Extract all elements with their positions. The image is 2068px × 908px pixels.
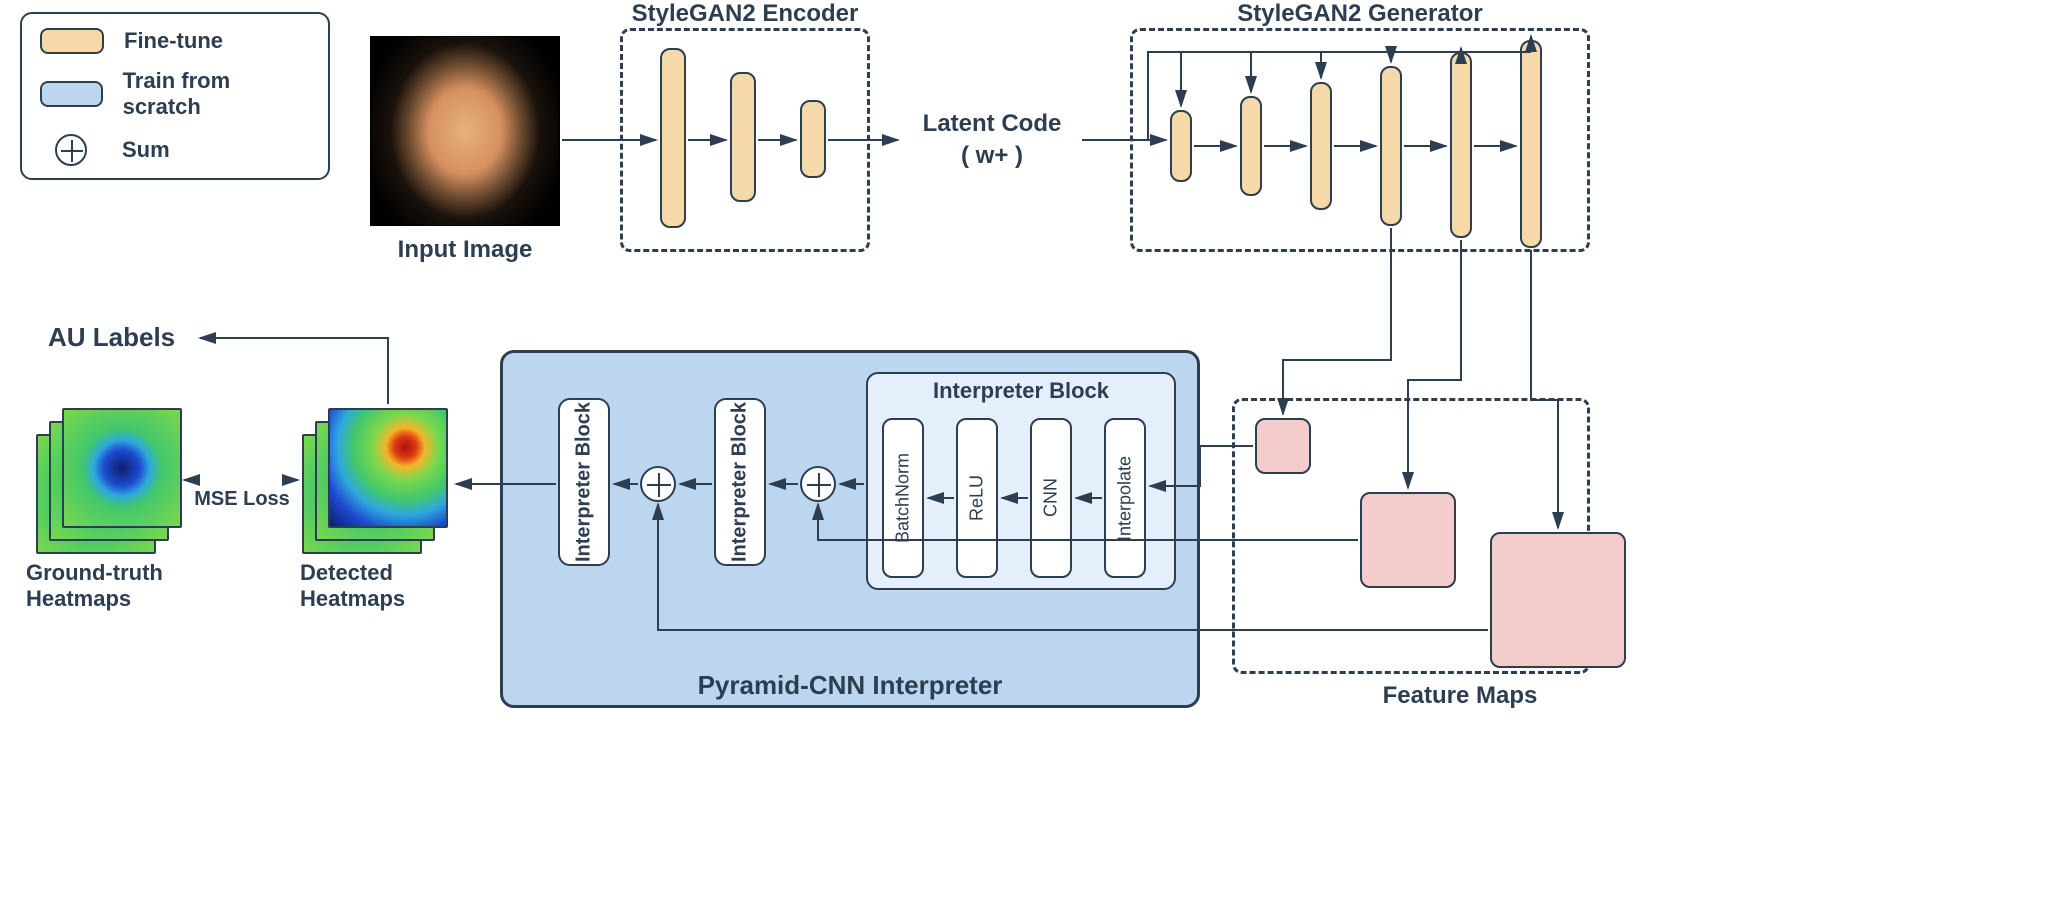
generator-bar-5 xyxy=(1450,52,1472,238)
swatch-finetune xyxy=(40,28,104,54)
layer-relu: ReLU xyxy=(956,418,998,578)
detected-heatmaps xyxy=(302,408,442,548)
legend-scratch-text: Train from scratch xyxy=(123,68,310,120)
latent-code-label: Latent Code ( w+ ) xyxy=(902,108,1082,173)
legend-row-finetune: Fine-tune xyxy=(40,28,310,54)
generator-bar-6 xyxy=(1520,40,1542,248)
legend-box: Fine-tune Train from scratch Sum xyxy=(20,12,330,180)
sum-circle-1 xyxy=(800,466,836,502)
generator-bar-2 xyxy=(1240,96,1262,196)
detected-caption: Detected Heatmaps xyxy=(300,560,480,612)
legend-row-scratch: Train from scratch xyxy=(40,68,310,120)
legend-finetune-text: Fine-tune xyxy=(124,28,223,54)
latent-line2: ( w+ ) xyxy=(961,142,1023,169)
feature-map-medium xyxy=(1360,492,1456,588)
feature-map-small xyxy=(1255,418,1311,474)
layer-cnn: CNN xyxy=(1030,418,1072,578)
generator-bar-3 xyxy=(1310,82,1332,210)
heatmap-tile xyxy=(328,408,448,528)
ground-truth-caption: Ground-truth Heatmaps xyxy=(26,560,206,612)
feature-map-title: Feature Maps xyxy=(1360,682,1560,710)
interpreter-block-detail-title: Interpreter Block xyxy=(866,378,1176,404)
ground-truth-heatmaps xyxy=(36,408,176,548)
input-image-placeholder xyxy=(370,36,560,226)
interpreter-block-3: Interpreter Block xyxy=(558,398,610,566)
mse-loss-label: MSE Loss xyxy=(182,488,302,511)
swatch-scratch xyxy=(40,81,103,107)
feature-map-large xyxy=(1490,532,1626,668)
encoder-title: StyleGAN2 Encoder xyxy=(620,0,870,28)
encoder-bar-1 xyxy=(660,48,686,228)
encoder-bar-2 xyxy=(730,72,756,202)
latent-line1: Latent Code xyxy=(923,110,1062,137)
interpreter-block-2: Interpreter Block xyxy=(714,398,766,566)
sum-circle-2 xyxy=(640,466,676,502)
input-image-caption: Input Image xyxy=(370,236,560,264)
layer-batchnorm: BatchNorm xyxy=(882,418,924,578)
legend-row-sum: Sum xyxy=(40,134,310,166)
generator-title: StyleGAN2 Generator xyxy=(1130,0,1590,28)
generator-bar-1 xyxy=(1170,110,1192,182)
legend-sum-text: Sum xyxy=(122,137,170,163)
interpreter-title: Pyramid-CNN Interpreter xyxy=(500,670,1200,701)
au-labels: AU Labels xyxy=(48,322,175,353)
layer-interpolate: Interpolate xyxy=(1104,418,1146,578)
heatmap-tile xyxy=(62,408,182,528)
sum-icon xyxy=(55,134,87,166)
encoder-bar-3 xyxy=(800,100,826,178)
generator-bar-4 xyxy=(1380,66,1402,226)
